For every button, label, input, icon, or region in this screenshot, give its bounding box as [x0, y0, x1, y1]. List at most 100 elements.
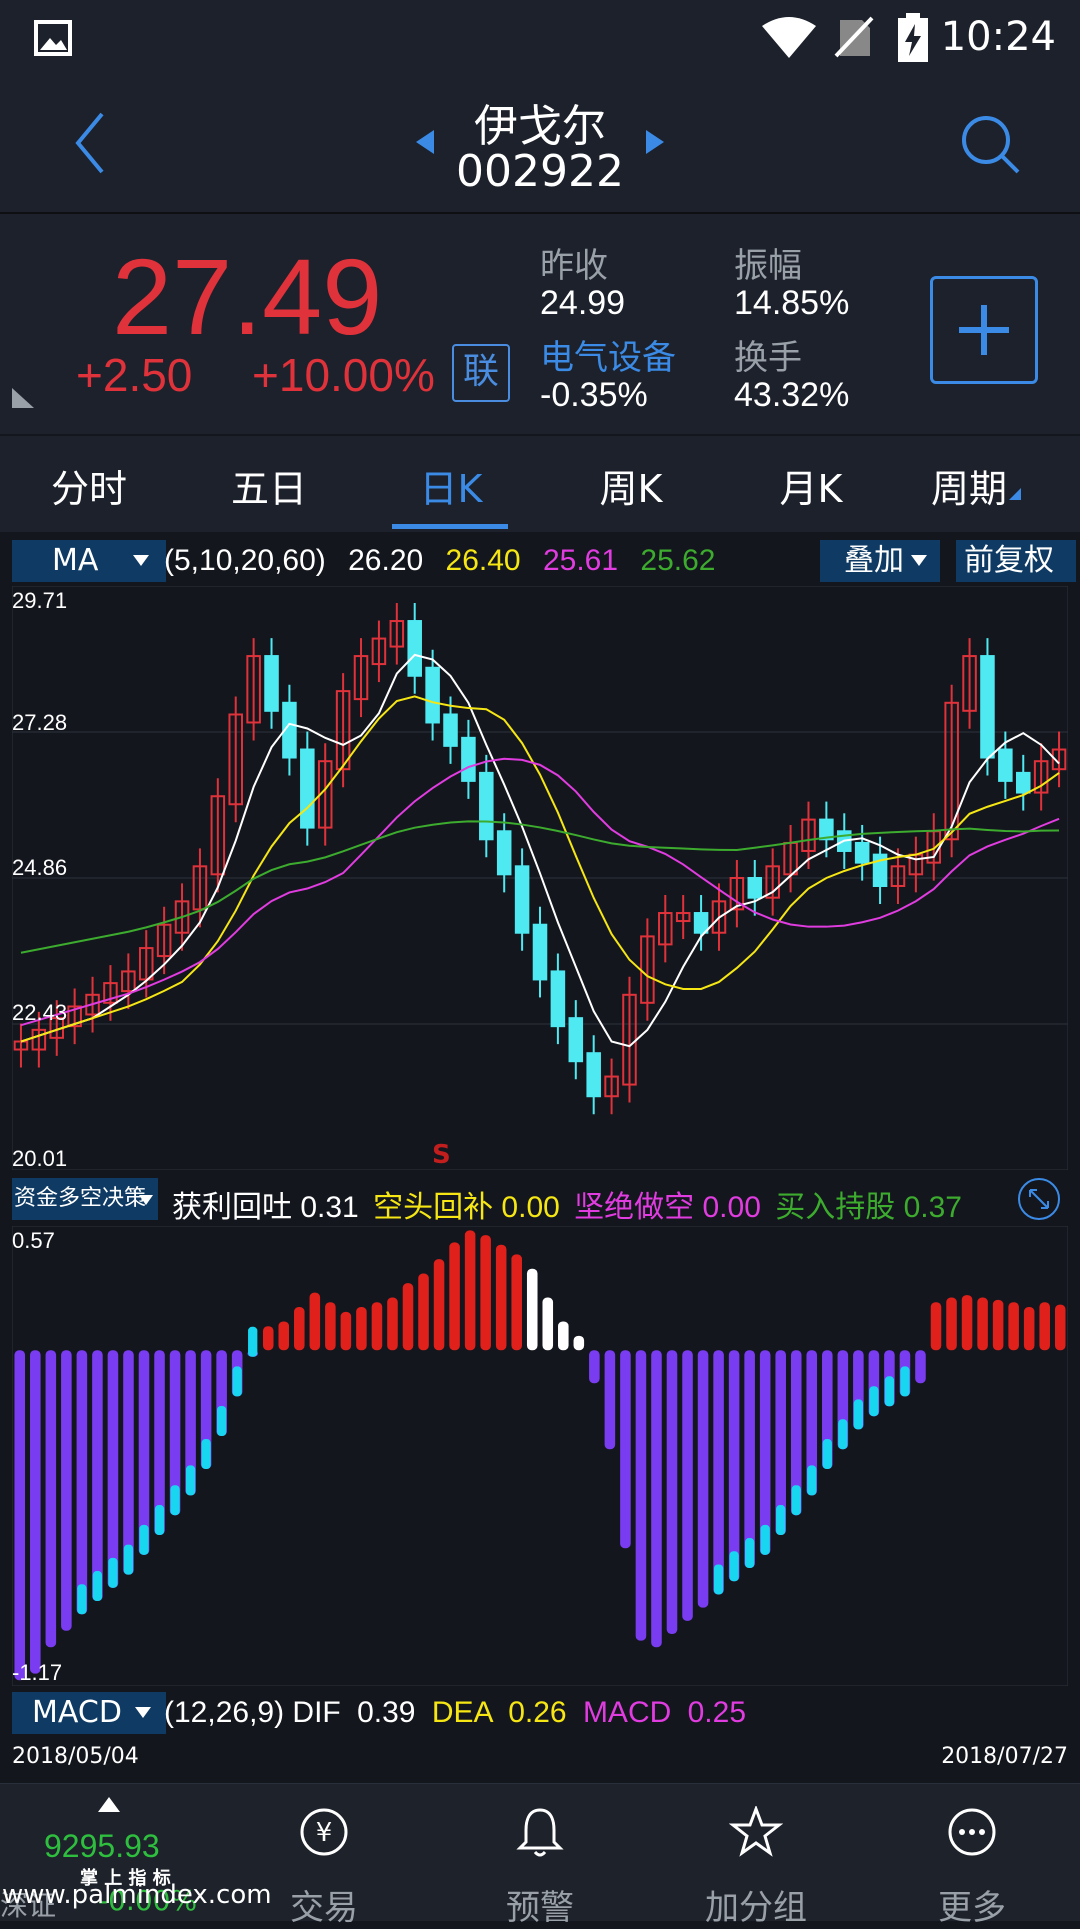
- indicator-bar: [356, 1307, 367, 1351]
- index-value[interactable]: 9295.93: [44, 1828, 160, 1865]
- kline-y-label-2: 27.28: [12, 710, 68, 735]
- kline-y-label-4: 22.43: [12, 1000, 68, 1025]
- more-icon: [882, 1806, 1062, 1862]
- price-change: +2.50: [76, 349, 193, 401]
- dropdown-arrow-icon: [139, 1195, 153, 1205]
- candle-body: [854, 841, 870, 864]
- indicator-cyan-bar: [713, 1564, 724, 1595]
- indicator-cyan-bar: [776, 1505, 786, 1536]
- bottom-nav: 9295.93 掌 上 指 标 深证 -0.00% www.palmindex.…: [0, 1783, 1080, 1928]
- indicator-bar: [1008, 1302, 1019, 1351]
- candle-body: [693, 912, 709, 934]
- dif-value: 0.39: [357, 1696, 416, 1729]
- macd-label: MACD: [582, 1696, 672, 1729]
- profit-taking-label: 获利回吐: [172, 1191, 292, 1224]
- add-watchlist-button[interactable]: [930, 276, 1038, 384]
- sell-marker: S: [432, 1140, 451, 1170]
- indicator-bar: [651, 1350, 662, 1648]
- indicator-bar: [542, 1297, 554, 1351]
- overlay-select[interactable]: 叠加: [820, 540, 940, 582]
- expand-icon[interactable]: [1016, 1176, 1062, 1222]
- dropdown-arrow-icon: [133, 555, 149, 566]
- indicator-cyan-bar: [248, 1326, 258, 1357]
- tab-daily-k[interactable]: 日K: [376, 458, 526, 513]
- indicator-bar: [977, 1297, 988, 1351]
- indicator-cyan-bar: [744, 1538, 755, 1569]
- indicator-bar: [45, 1350, 57, 1648]
- amplitude-value: 14.85%: [734, 284, 850, 322]
- ma-select[interactable]: MA: [12, 540, 166, 582]
- dropdown-arrow-icon: [135, 1707, 151, 1718]
- candle-body: [425, 666, 440, 724]
- indicator-bar: [961, 1295, 973, 1351]
- tab-five-day[interactable]: 五日: [194, 458, 344, 513]
- indicator-bar: [744, 1350, 755, 1569]
- indicator-bar: [930, 1302, 942, 1351]
- kline-y-label-1: 29.71: [12, 588, 68, 613]
- candle-body: [532, 923, 548, 981]
- date-start: 2018/05/04: [12, 1744, 139, 1769]
- candle-body: [980, 655, 995, 759]
- kline-chart[interactable]: [12, 586, 1068, 1170]
- indicator-cyan-bar: [729, 1551, 739, 1582]
- nav-more[interactable]: 更多: [882, 1880, 1062, 1929]
- tab-timeshare[interactable]: 分时: [14, 458, 164, 513]
- date-end: 2018/07/27: [941, 1744, 1068, 1769]
- search-icon[interactable]: [958, 112, 1024, 178]
- indicator-bar: [262, 1326, 274, 1351]
- trade-icon: ¥: [234, 1806, 414, 1862]
- next-stock-icon[interactable]: [644, 128, 666, 156]
- macd-select[interactable]: MACD: [12, 1692, 166, 1734]
- indicator-cyan-bar: [216, 1406, 227, 1437]
- short-cover-label: 空头回补: [373, 1191, 494, 1224]
- tab-weekly-k[interactable]: 周K: [556, 458, 706, 513]
- prev-close-value: 24.99: [540, 284, 626, 322]
- indicator-bar: [759, 1350, 771, 1555]
- nav-alert[interactable]: 预警: [450, 1880, 630, 1929]
- tab-period[interactable]: 周期: [902, 458, 1052, 513]
- indicator-cyan-bar: [853, 1399, 864, 1430]
- price-change-pct: +10.00%: [252, 349, 435, 401]
- ma-params: (5,10,20,60): [164, 544, 326, 577]
- buy-hold-value: 0.37: [903, 1191, 962, 1224]
- indicator-bar: [14, 1350, 26, 1681]
- wifi-icon: [762, 17, 816, 58]
- indicator-bar: [294, 1307, 305, 1351]
- macd-value: 0.25: [687, 1696, 747, 1729]
- tab-period-label: 周期: [930, 467, 1007, 511]
- nav-add-group[interactable]: 加分组: [666, 1880, 846, 1929]
- sector-link[interactable]: 电气设备: [540, 330, 676, 379]
- indicator-bar: [340, 1311, 352, 1351]
- indicator-bar: [728, 1350, 740, 1582]
- status-time: 10:24: [940, 14, 1056, 60]
- image-icon: [34, 20, 72, 56]
- bell-icon: [450, 1806, 630, 1862]
- fund-indicator-chart[interactable]: [12, 1226, 1068, 1686]
- indicator-bar: [666, 1350, 678, 1635]
- indicator-cyan-bar: [760, 1524, 770, 1555]
- indicator-bar: [992, 1299, 1004, 1351]
- candle-body: [1015, 771, 1031, 794]
- indicator-bar: [526, 1268, 538, 1351]
- svg-text:¥: ¥: [316, 1818, 333, 1848]
- dea-value: 0.26: [508, 1696, 567, 1729]
- current-price: 27.49: [112, 236, 383, 357]
- dif-label: DIF: [292, 1696, 341, 1729]
- related-button[interactable]: 联: [452, 344, 510, 402]
- collapse-arrow-icon[interactable]: [96, 1794, 122, 1814]
- indicator-bar: [682, 1350, 693, 1621]
- indicator-select[interactable]: 资金多空决策: [12, 1178, 158, 1220]
- ma-select-label: MA: [52, 543, 99, 578]
- indicator-bar: [604, 1350, 616, 1450]
- indicator-cyan-bar: [201, 1439, 211, 1470]
- indicator-bar: [480, 1235, 491, 1351]
- candle-body: [443, 713, 458, 747]
- indicator-bar: [325, 1302, 336, 1351]
- nav-trade[interactable]: 交易: [234, 1880, 414, 1929]
- adjust-button[interactable]: 前复权: [956, 540, 1076, 582]
- candle-body: [407, 620, 422, 677]
- tab-monthly-k[interactable]: 月K: [736, 458, 886, 513]
- battery-charging-icon: [898, 13, 928, 62]
- indicator-bar: [387, 1297, 398, 1351]
- indicator-cyan-bar: [185, 1465, 196, 1496]
